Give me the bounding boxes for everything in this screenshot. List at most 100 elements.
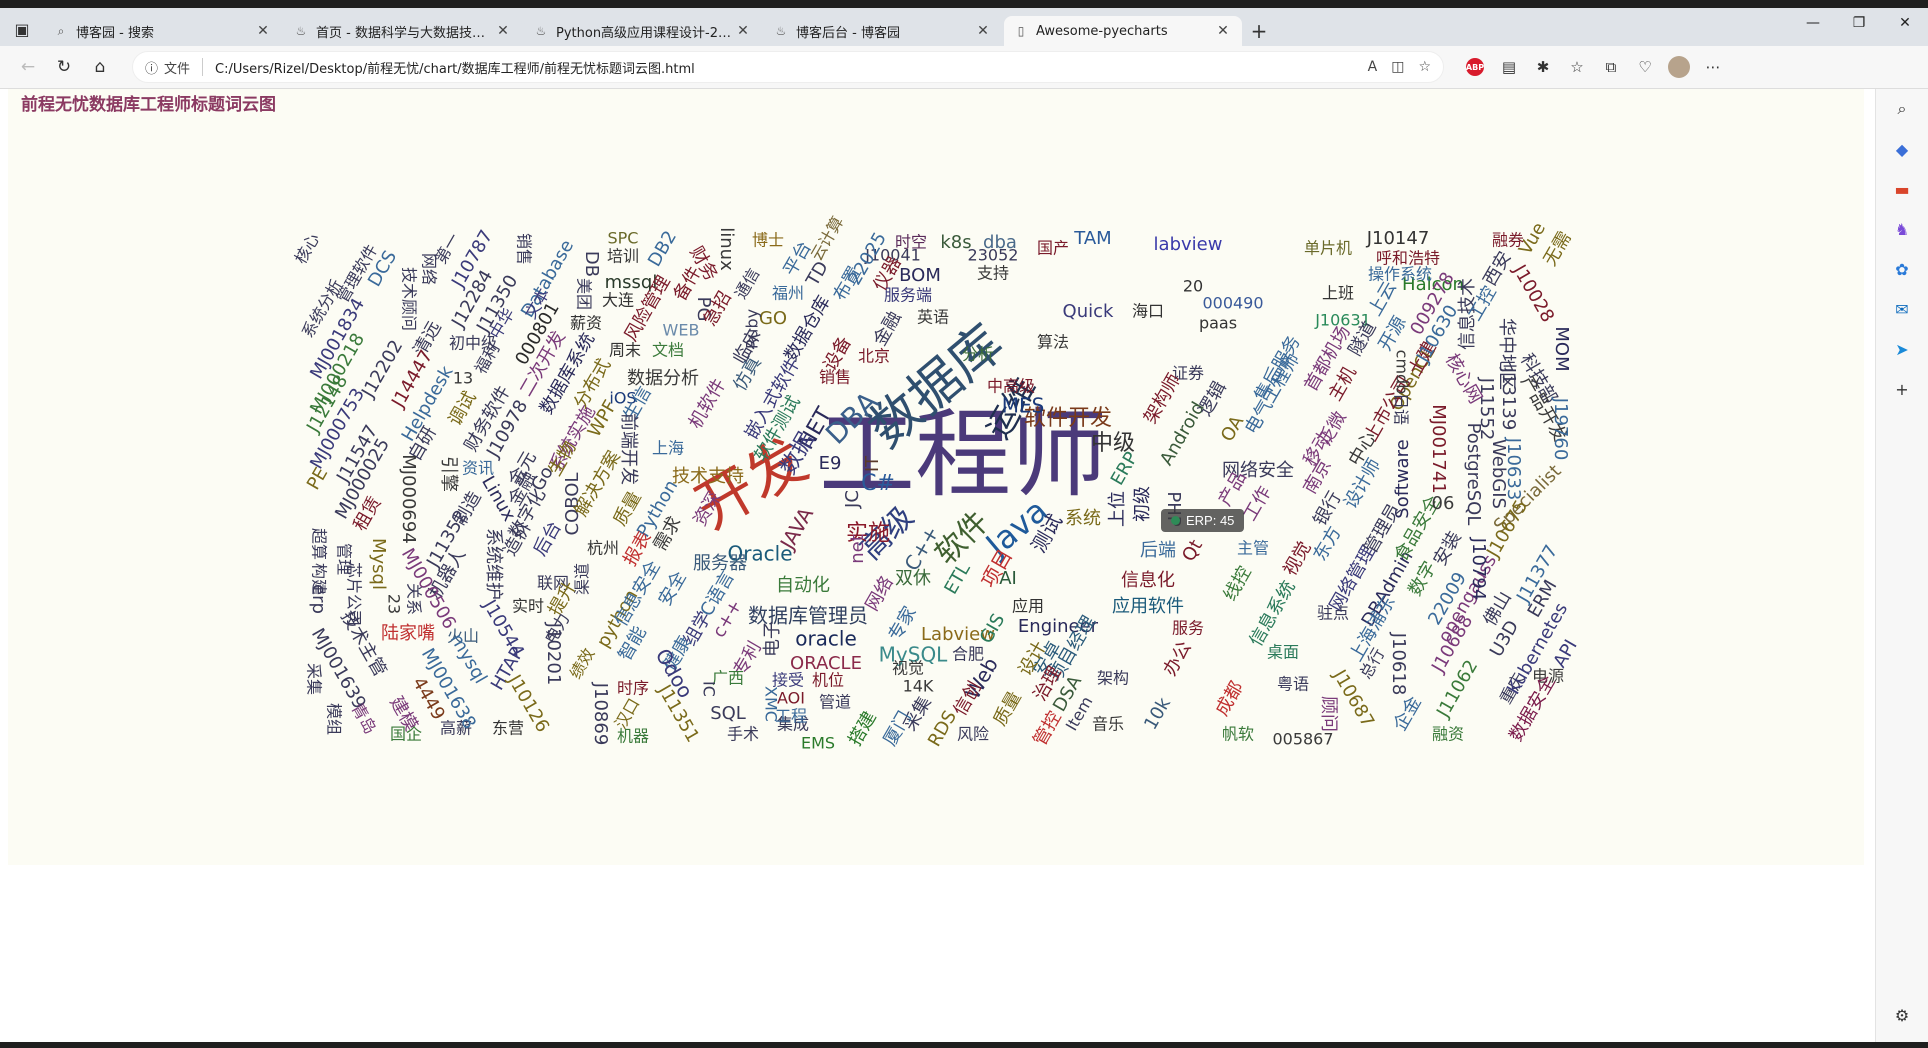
wordcloud-word[interactable]: 机位: [812, 671, 844, 690]
url-text[interactable]: C:/Users/Rizel/Desktop/前程无忧/chart/数据库工程师…: [215, 58, 1354, 77]
wordcloud-word[interactable]: J10794: [1468, 537, 1489, 601]
wordcloud-word[interactable]: cmdb: [1393, 350, 1412, 395]
wordcloud-word[interactable]: 视觉: [1279, 538, 1315, 580]
wordcloud-word[interactable]: EMS: [801, 734, 835, 753]
wordcloud-word[interactable]: IC: [700, 681, 719, 697]
wordcloud-word[interactable]: 管控: [1029, 708, 1065, 750]
tab-2[interactable]: ♨ Python高级应用课程设计-2023-0 ✕: [524, 16, 762, 46]
wordcloud-word[interactable]: 电力: [541, 610, 573, 647]
wordcloud-word[interactable]: 西安: [1479, 248, 1515, 290]
puzzle-icon[interactable]: ✱: [1526, 51, 1560, 83]
new-tab-icon[interactable]: +: [1244, 16, 1274, 46]
address-bar[interactable]: ⓘ 文件 C:/Users/Rizel/Desktop/前程无忧/chart/数…: [132, 51, 1444, 83]
wordcloud-word[interactable]: 005867: [1272, 730, 1333, 749]
wordcloud-word[interactable]: 10k: [1140, 694, 1175, 734]
wordcloud-word[interactable]: 逻辑: [1194, 378, 1230, 420]
wordcloud-word[interactable]: 成都: [1211, 678, 1247, 720]
wordcloud-word[interactable]: 工作: [1239, 483, 1275, 525]
wordcloud-word[interactable]: 青岛: [348, 700, 380, 737]
copilot-icon[interactable]: ✿: [1876, 249, 1928, 289]
wordcloud-word[interactable]: 分析: [962, 345, 994, 364]
wordcloud-word[interactable]: labview: [1154, 234, 1223, 255]
wordcloud-word[interactable]: 呼和浩特: [1376, 249, 1440, 268]
wordcloud-word[interactable]: dba: [983, 232, 1017, 253]
refresh-icon[interactable]: ↻: [46, 51, 82, 83]
wordcloud-word[interactable]: 驻点: [1317, 604, 1349, 623]
tab-4-active[interactable]: ▯ Awesome-pyecharts ✕: [1004, 16, 1242, 46]
minimize-icon[interactable]: —: [1790, 8, 1836, 38]
wordcloud-word[interactable]: 前端开发: [618, 413, 639, 485]
wordcloud-word[interactable]: BOM: [899, 265, 941, 286]
wordcloud-word[interactable]: SQL: [710, 703, 746, 724]
wordcloud-word[interactable]: 应用: [1012, 597, 1044, 616]
collections-icon[interactable]: ⧉: [1594, 51, 1628, 83]
wordcloud-word[interactable]: 美团: [575, 278, 594, 310]
wordcloud-word[interactable]: 日语: [1392, 393, 1411, 425]
wordcloud-word[interactable]: MJ000694: [398, 454, 419, 544]
wordcloud-word[interactable]: 陆家嘴: [381, 623, 435, 644]
wordcloud-word[interactable]: 初中级: [449, 334, 497, 353]
wordcloud-word[interactable]: 资讯: [462, 459, 494, 478]
wordcloud-word[interactable]: 专家: [884, 603, 920, 645]
close-icon[interactable]: ✕: [734, 23, 752, 39]
wordcloud-word[interactable]: 23: [385, 594, 404, 614]
wordcloud-word[interactable]: 构建: [310, 563, 329, 595]
wordcloud-word[interactable]: 文档: [652, 341, 684, 360]
close-icon[interactable]: ✕: [494, 23, 512, 39]
wordcloud-word[interactable]: 电子: [762, 621, 783, 657]
wordcloud-word[interactable]: Quick: [1063, 301, 1114, 322]
outlook-icon[interactable]: ✉: [1876, 289, 1928, 329]
wordcloud-word[interactable]: C#: [861, 471, 895, 496]
wordcloud-word[interactable]: 风险: [957, 725, 989, 744]
wordcloud-word[interactable]: 000490: [1202, 294, 1263, 313]
wordcloud-word[interactable]: GO: [759, 308, 787, 329]
extension-icon[interactable]: ▤: [1492, 51, 1526, 83]
wordcloud-word[interactable]: J10147: [1366, 228, 1430, 249]
wordcloud-word[interactable]: 06: [1432, 493, 1455, 514]
wordcloud-word[interactable]: 培训: [607, 247, 639, 266]
wordcloud-word[interactable]: 时空: [895, 233, 927, 252]
more-menu-icon[interactable]: ⋯: [1696, 51, 1730, 83]
wordcloud-word[interactable]: 中高级: [987, 377, 1035, 396]
wordcloud-word[interactable]: Qt: [1178, 536, 1207, 565]
wordcloud-word[interactable]: 搭建: [844, 708, 880, 750]
wordcloud-word[interactable]: 应用软件: [1112, 596, 1184, 617]
wordcloud-word[interactable]: MES: [1002, 394, 1045, 418]
send-icon[interactable]: ➤: [1876, 329, 1928, 369]
wordcloud-word[interactable]: 国产: [1037, 239, 1069, 258]
wordcloud-word[interactable]: 后台: [529, 518, 565, 560]
favorites-icon[interactable]: ☆: [1560, 51, 1594, 83]
wordcloud-word[interactable]: J10633: [1503, 437, 1524, 501]
wordcloud-word[interactable]: J10618: [1388, 632, 1409, 696]
wordcloud-word[interactable]: 支持: [977, 264, 1009, 283]
wordcloud-word[interactable]: 20: [1183, 277, 1203, 296]
split-screen-icon[interactable]: ◫: [1391, 59, 1404, 75]
wordcloud-word[interactable]: 杭州: [587, 539, 619, 558]
search-icon[interactable]: ⌕: [1876, 89, 1928, 129]
add-icon[interactable]: +: [1876, 369, 1928, 409]
wordcloud-word[interactable]: 薪资: [570, 314, 602, 333]
restore-icon[interactable]: ❐: [1836, 8, 1882, 38]
wordcloud-word[interactable]: 销售: [515, 233, 534, 265]
wordcloud-word[interactable]: 帆软: [1222, 725, 1254, 744]
wordcloud-word[interactable]: 福州: [772, 284, 804, 303]
info-icon[interactable]: ⓘ: [145, 58, 158, 77]
tab-3[interactable]: ♨ 博客后台 - 博客园 ✕: [764, 16, 1002, 46]
settings-gear-icon[interactable]: ⚙: [1876, 995, 1928, 1035]
wordcloud-word[interactable]: 系统: [1065, 508, 1101, 529]
wordcloud-word[interactable]: 网络: [420, 253, 439, 285]
wordcloud-word[interactable]: 超算: [310, 528, 329, 560]
wordcloud-word[interactable]: MJ001741: [1428, 404, 1449, 494]
wordcloud-word[interactable]: 金融: [869, 308, 905, 350]
wordcloud-word[interactable]: Mysql: [368, 538, 389, 590]
wordcloud-word[interactable]: 单片机: [1304, 239, 1352, 258]
wordcloud-word[interactable]: XMC: [762, 686, 781, 722]
wordcloud-word[interactable]: linux: [716, 227, 737, 271]
wordcloud-word[interactable]: 技术顾问: [400, 267, 419, 331]
wordcloud-word[interactable]: J10869: [590, 682, 611, 746]
window-close-icon[interactable]: ✕: [1882, 8, 1928, 38]
wordcloud-word[interactable]: 技术支持: [672, 466, 744, 487]
wordcloud-word[interactable]: 引擎: [438, 456, 459, 492]
wordcloud-word[interactable]: IT: [862, 455, 883, 472]
wordcloud-word[interactable]: 线控: [1219, 563, 1255, 605]
